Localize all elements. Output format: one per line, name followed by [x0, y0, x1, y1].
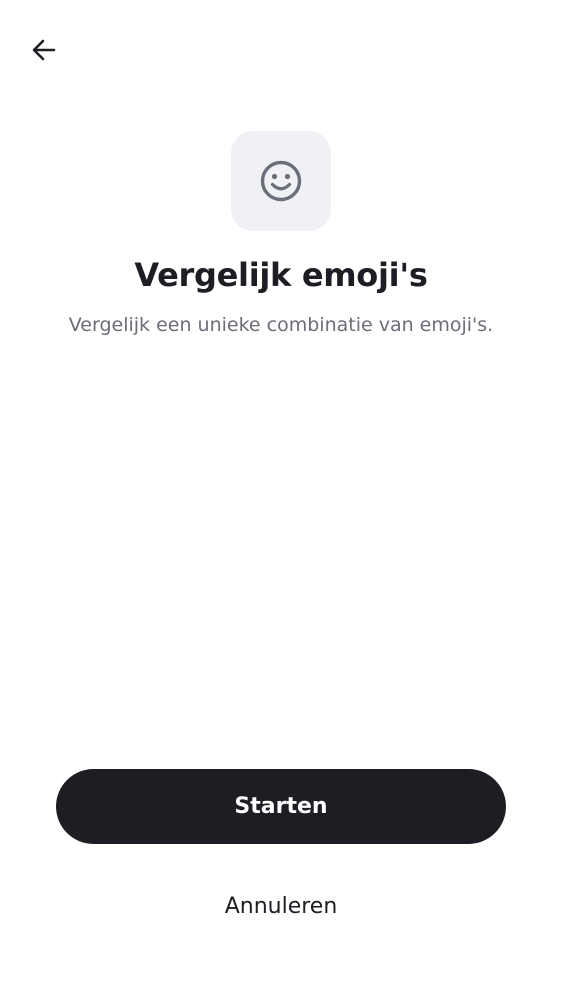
emoji-icon-tile	[231, 131, 331, 231]
back-button[interactable]	[22, 28, 66, 72]
emoji-verification-screen: Vergelijk emoji's Vergelijk een unieke c…	[0, 0, 562, 1000]
cancel-button[interactable]: Annuleren	[181, 880, 381, 932]
arrow-left-icon	[32, 39, 56, 61]
start-button[interactable]: Starten	[56, 769, 506, 844]
page-title: Vergelijk emoji's	[134, 256, 428, 294]
smiley-face-icon	[260, 160, 302, 202]
page-subtitle: Vergelijk een unieke combinatie van emoj…	[68, 314, 494, 336]
